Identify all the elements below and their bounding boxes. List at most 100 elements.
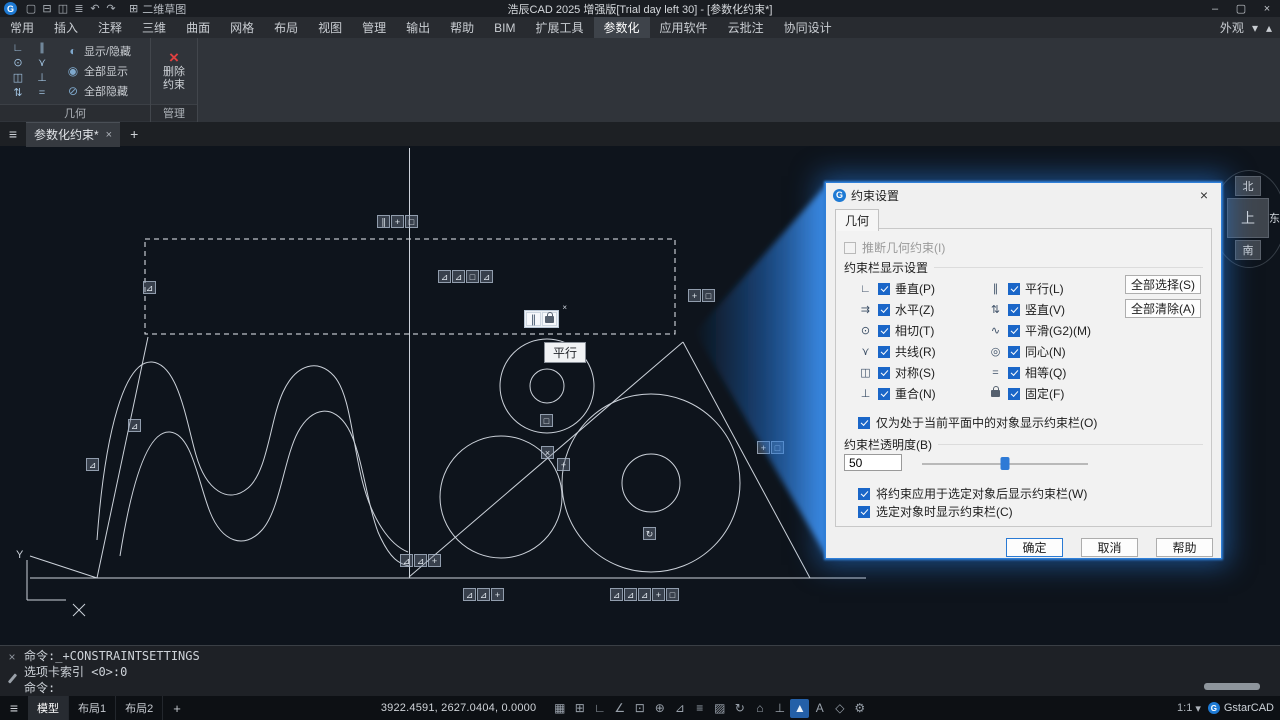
select-all-button[interactable]: 全部选择(S): [1125, 275, 1201, 294]
appearance-menu[interactable]: 外观: [1220, 19, 1244, 36]
constraint-badge[interactable]: ⊿⊿⊿+□: [610, 588, 679, 601]
workspace-gear-icon[interactable]: ⚙: [850, 699, 869, 718]
redo-icon[interactable]: ↷: [103, 2, 119, 15]
help-button[interactable]: 帮助: [1156, 538, 1213, 557]
ribbon-constraint-icon[interactable]: ⋎: [30, 56, 54, 71]
constraint-checkbox[interactable]: [1008, 283, 1020, 295]
command-line-panel[interactable]: × 命令:_+CONSTRAINTSETTINGS选项卡索引 <0>:0命令:: [0, 645, 1280, 697]
clear-all-button[interactable]: 全部清除(A): [1125, 299, 1201, 318]
annotation-scale-control[interactable]: 1:1 ▾: [1177, 702, 1201, 715]
statusbar-tab-布局2[interactable]: 布局2: [116, 696, 163, 720]
menu-tab-管理[interactable]: 管理: [352, 17, 396, 38]
selection-cycling-icon[interactable]: ↻: [730, 699, 749, 718]
constraint-badge[interactable]: □: [540, 414, 553, 427]
menu-tab-曲面[interactable]: 曲面: [176, 17, 220, 38]
app-logo[interactable]: G: [4, 2, 17, 15]
ribbon-group-label-manage[interactable]: 管理: [151, 104, 197, 121]
menu-tab-扩展工具[interactable]: 扩展工具: [526, 17, 594, 38]
object-track-icon[interactable]: ⊕: [650, 699, 669, 718]
menu-tab-注释[interactable]: 注释: [88, 17, 132, 38]
compass-south[interactable]: 南: [1235, 240, 1261, 260]
save-icon[interactable]: ◫: [55, 2, 71, 15]
menu-tab-BIM[interactable]: BIM: [484, 17, 525, 38]
ribbon-toggle-全部隐藏[interactable]: ⊘全部隐藏: [62, 82, 135, 100]
workspace-selector[interactable]: ⊞ 二维草图: [129, 1, 186, 17]
constraint-badge[interactable]: +□: [757, 441, 784, 454]
menu-tab-常用[interactable]: 常用: [0, 17, 44, 38]
lock-badge-icon[interactable]: [542, 312, 557, 326]
grid-icon[interactable]: ▦: [550, 699, 569, 718]
ribbon-toggle-全部显示[interactable]: ◉全部显示: [62, 62, 135, 80]
dialog-close-icon[interactable]: ×: [1194, 187, 1214, 203]
constraint-checkbox[interactable]: [878, 388, 890, 400]
polar-tracking-icon[interactable]: ∠: [610, 699, 629, 718]
view-compass[interactable]: 北 上 南 东: [1216, 164, 1280, 274]
add-layout-button[interactable]: +: [163, 701, 191, 716]
snap-icon[interactable]: ⊞: [570, 699, 589, 718]
menu-tab-布局[interactable]: 布局: [264, 17, 308, 38]
statusbar-tab-模型[interactable]: 模型: [28, 696, 69, 720]
constraint-checkbox[interactable]: [1008, 304, 1020, 316]
tab-geometry[interactable]: 几何: [835, 209, 879, 231]
statusbar-menu-icon[interactable]: ≡: [0, 700, 28, 716]
constraint-badge[interactable]: ⊿: [128, 419, 141, 432]
compass-up[interactable]: 上: [1227, 198, 1269, 238]
only-current-plane-checkbox[interactable]: [858, 417, 870, 429]
annotation-icon[interactable]: ▲: [790, 699, 809, 718]
infer-constraints-checkbox[interactable]: [844, 242, 856, 254]
constraint-badge[interactable]: ↻: [643, 527, 656, 540]
delete-constraint-button[interactable]: × 删除 约束: [153, 50, 195, 92]
new-document-tab-button[interactable]: +: [120, 126, 148, 142]
constraint-checkbox[interactable]: [1008, 388, 1020, 400]
document-tab[interactable]: 参数化约束* ×: [26, 122, 120, 147]
chevron-down-icon[interactable]: ▾: [1252, 21, 1258, 35]
ribbon-constraint-icon[interactable]: ∥: [30, 41, 54, 56]
transparency-icon[interactable]: ▨: [710, 699, 729, 718]
ribbon-constraint-icon[interactable]: ◫: [6, 71, 30, 86]
transparency-input[interactable]: [844, 454, 902, 471]
command-scrollbar[interactable]: [1204, 683, 1260, 690]
show-after-apply-checkbox[interactable]: [858, 488, 870, 500]
ortho-icon[interactable]: ∟: [590, 699, 609, 718]
ribbon-constraint-icon[interactable]: ⇅: [6, 86, 30, 101]
compass-east[interactable]: 东: [1269, 210, 1280, 226]
menu-tab-云批注[interactable]: 云批注: [718, 17, 774, 38]
constraint-badge[interactable]: +: [557, 458, 570, 471]
file-tabs-menu-icon[interactable]: ≡: [0, 126, 26, 142]
slider-thumb[interactable]: [1001, 457, 1010, 470]
constraint-checkbox[interactable]: [1008, 325, 1020, 337]
menu-tab-应用软件[interactable]: 应用软件: [650, 17, 718, 38]
constraint-badge[interactable]: ⊿⊿□⊿: [438, 270, 493, 283]
constraint-badge[interactable]: ⊿⊿+: [463, 588, 504, 601]
constraint-bar-hover[interactable]: ∥ ×: [524, 310, 559, 328]
command-history[interactable]: 命令:_+CONSTRAINTSETTINGS选项卡索引 <0>:0命令:: [24, 648, 1210, 696]
document-tab-close-icon[interactable]: ×: [106, 129, 112, 141]
constraint-badge[interactable]: ⊿⊿+: [400, 554, 441, 567]
dynamic-input-icon[interactable]: ⊿: [670, 699, 689, 718]
constraint-badge[interactable]: ∥+□: [377, 215, 418, 228]
parallel-badge-icon[interactable]: ∥: [526, 312, 541, 326]
new-file-icon[interactable]: ▢: [23, 2, 39, 15]
menu-tab-参数化[interactable]: 参数化: [594, 17, 650, 38]
cancel-button[interactable]: 取消: [1081, 538, 1138, 557]
anno-visibility-icon[interactable]: A: [810, 699, 829, 718]
statusbar-tab-布局1[interactable]: 布局1: [69, 696, 116, 720]
ribbon-toggle-显示/隐藏[interactable]: ◐显示/隐藏: [62, 42, 135, 60]
menu-tab-视图[interactable]: 视图: [308, 17, 352, 38]
close-button[interactable]: ×: [1254, 0, 1280, 17]
open-file-icon[interactable]: ⊟: [39, 2, 55, 15]
ribbon-constraint-icon[interactable]: ∟: [6, 41, 30, 56]
ribbon-constraint-icon[interactable]: ⊥: [30, 71, 54, 86]
badge-close-icon[interactable]: ×: [562, 303, 567, 312]
constraint-checkbox[interactable]: [1008, 346, 1020, 358]
constraint-badge[interactable]: ×: [541, 446, 554, 459]
print-icon[interactable]: ≣: [71, 2, 87, 15]
constraint-checkbox[interactable]: [878, 283, 890, 295]
constraint-checkbox[interactable]: [878, 346, 890, 358]
lineweight-icon[interactable]: ≡: [690, 699, 709, 718]
undo-icon[interactable]: ↶: [87, 2, 103, 15]
constraint-checkbox[interactable]: [878, 304, 890, 316]
coordinates-readout[interactable]: 3922.4591, 2627.0404, 0.0000: [381, 702, 536, 714]
dialog-titlebar[interactable]: G 约束设置 ×: [826, 183, 1221, 207]
constraint-checkbox[interactable]: [878, 367, 890, 379]
